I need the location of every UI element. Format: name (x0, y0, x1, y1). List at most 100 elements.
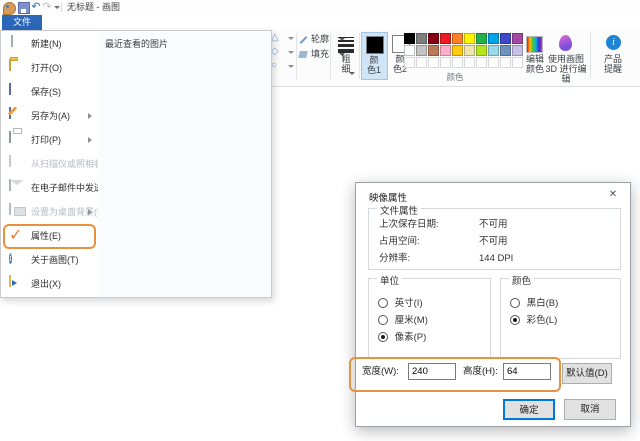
palette-swatch[interactable] (476, 57, 487, 68)
height-input[interactable] (503, 363, 551, 380)
palette-swatch[interactable] (500, 57, 511, 68)
edit-colors-button[interactable]: 编辑颜色 (523, 32, 547, 78)
radio-inches[interactable]: 英寸(I) (378, 297, 423, 310)
chevron-down-icon (349, 72, 355, 75)
redo-icon[interactable]: ↷ (42, 1, 52, 14)
submenu-arrow-icon (88, 113, 92, 119)
outline-icon (300, 36, 308, 44)
close-icon[interactable]: ✕ (606, 188, 620, 202)
fill-label: 填充 (311, 48, 329, 61)
property-label: 上次保存日期: (379, 219, 439, 230)
quick-access-dropdown-icon[interactable] (54, 6, 60, 9)
palette-swatch[interactable] (488, 57, 499, 68)
palette-swatch[interactable] (428, 57, 439, 68)
quick-save-icon[interactable] (18, 2, 30, 14)
ribbon-separator (330, 33, 331, 79)
palette-swatch[interactable] (440, 57, 451, 68)
color1-button[interactable]: 颜色1 (361, 32, 388, 80)
palette-swatch[interactable] (416, 57, 427, 68)
product-alert-button[interactable]: i 产品提醒 (593, 32, 633, 78)
file-menu-items: 新建(N) 打开(O) 保存(S) 另存为(A) 打印(P) 从扫描仪或照相机(… (1, 31, 99, 297)
palette-swatch[interactable] (500, 33, 511, 44)
shape-triangle-icon[interactable]: △ (271, 32, 279, 44)
radio-label: 英寸(I) (395, 298, 423, 309)
file-properties-group: 文件属性 上次保存日期: 不可用 占用空间: 不可用 分辨率: 144 DPI (368, 208, 621, 270)
color1-label: 颜色1 (367, 55, 381, 75)
menu-item-exit[interactable]: 退出(X) (1, 272, 97, 296)
palette-swatch[interactable] (512, 57, 523, 68)
width-label: 宽度(W): (362, 362, 399, 381)
property-row: 分辨率: 144 DPI (379, 252, 614, 266)
width-input[interactable] (408, 363, 456, 380)
property-row: 上次保存日期: 不可用 (379, 218, 614, 232)
email-icon (9, 179, 11, 191)
menu-item-about-paint[interactable]: i 关于画图(T) (1, 248, 97, 272)
submenu-arrow-icon (88, 137, 92, 143)
property-label: 分辨率: (379, 253, 410, 264)
palette-swatch[interactable] (416, 45, 427, 56)
product-alert-label: 产品提醒 (603, 54, 623, 74)
default-button[interactable]: 默认值(D) (562, 363, 612, 384)
palette-swatch[interactable] (452, 57, 463, 68)
palette-swatch[interactable] (452, 33, 463, 44)
open-folder-icon (9, 59, 11, 71)
new-document-icon (11, 35, 13, 47)
palette-swatch[interactable] (404, 45, 415, 56)
palette-swatch[interactable] (464, 57, 475, 68)
paint3d-label: 使用画图 3D 进行编辑 (545, 54, 587, 84)
cancel-button[interactable]: 取消 (564, 399, 616, 420)
palette-swatch[interactable] (428, 45, 439, 56)
property-value: 不可用 (479, 235, 508, 249)
palette-swatch[interactable] (476, 45, 487, 56)
undo-icon[interactable]: ↶ (31, 1, 41, 14)
exit-icon (9, 275, 11, 287)
palette-swatch[interactable] (440, 45, 451, 56)
radio-color[interactable]: 彩色(L) (510, 314, 557, 327)
palette-swatch[interactable] (464, 45, 475, 56)
menu-item-properties[interactable]: ✓ 属性(E) (1, 224, 97, 248)
radio-centimeters[interactable]: 厘米(M) (378, 314, 428, 327)
palette-swatch[interactable] (476, 33, 487, 44)
shapes-scroll-up-icon[interactable] (288, 37, 294, 40)
tab-file[interactable]: 文件 (2, 15, 42, 30)
menu-item-send-email[interactable]: 在电子邮件中发送(D) (1, 176, 97, 200)
color1-swatch (366, 36, 384, 54)
radio-pixels[interactable]: 像素(P) (378, 331, 426, 344)
palette-swatch[interactable] (500, 45, 511, 56)
palette-swatch[interactable] (404, 33, 415, 44)
edit-colors-label: 编辑颜色 (526, 54, 544, 74)
palette-swatch[interactable] (452, 45, 463, 56)
ok-button[interactable]: 确定 (503, 399, 555, 420)
palette-swatch[interactable] (428, 33, 439, 44)
units-legend: 单位 (377, 273, 402, 287)
about-info-icon: i (9, 253, 12, 264)
radio-label: 像素(P) (395, 332, 427, 343)
size-label: 粗细 (339, 54, 353, 74)
palette-swatch[interactable] (440, 33, 451, 44)
palette-swatch[interactable] (404, 57, 415, 68)
menu-item-save[interactable]: 保存(S) (1, 80, 97, 104)
palette-swatch[interactable] (464, 33, 475, 44)
size-button[interactable]: 粗细 (333, 32, 359, 78)
height-label: 高度(H): (463, 362, 498, 381)
menu-item-print[interactable]: 打印(P) (1, 128, 97, 152)
menu-item-set-desktop-background: 设置为桌面背景(B) (1, 200, 97, 224)
shapes-scroll-down-icon[interactable] (288, 51, 294, 54)
menu-item-new[interactable]: 新建(N) (1, 32, 97, 56)
palette-swatch[interactable] (512, 45, 523, 56)
palette-swatch[interactable] (416, 33, 427, 44)
radio-icon (378, 298, 388, 308)
units-group: 单位 英寸(I) 厘米(M) 像素(P) (368, 278, 491, 359)
radio-icon (510, 298, 520, 308)
colors-group-label: 颜色 (420, 71, 490, 83)
radio-black-white[interactable]: 黑白(B) (510, 297, 558, 310)
shapes-more-icon[interactable] (288, 65, 294, 68)
shape-polygon-icon[interactable]: ◇ (271, 46, 279, 58)
edit-with-paint3d-button[interactable]: 使用画图 3D 进行编辑 (545, 32, 587, 78)
printer-icon (9, 131, 11, 143)
palette-swatch[interactable] (488, 45, 499, 56)
palette-swatch[interactable] (488, 33, 499, 44)
menu-item-save-as[interactable]: 另存为(A) (1, 104, 97, 128)
palette-swatch[interactable] (512, 33, 523, 44)
menu-item-open[interactable]: 打开(O) (1, 56, 97, 80)
